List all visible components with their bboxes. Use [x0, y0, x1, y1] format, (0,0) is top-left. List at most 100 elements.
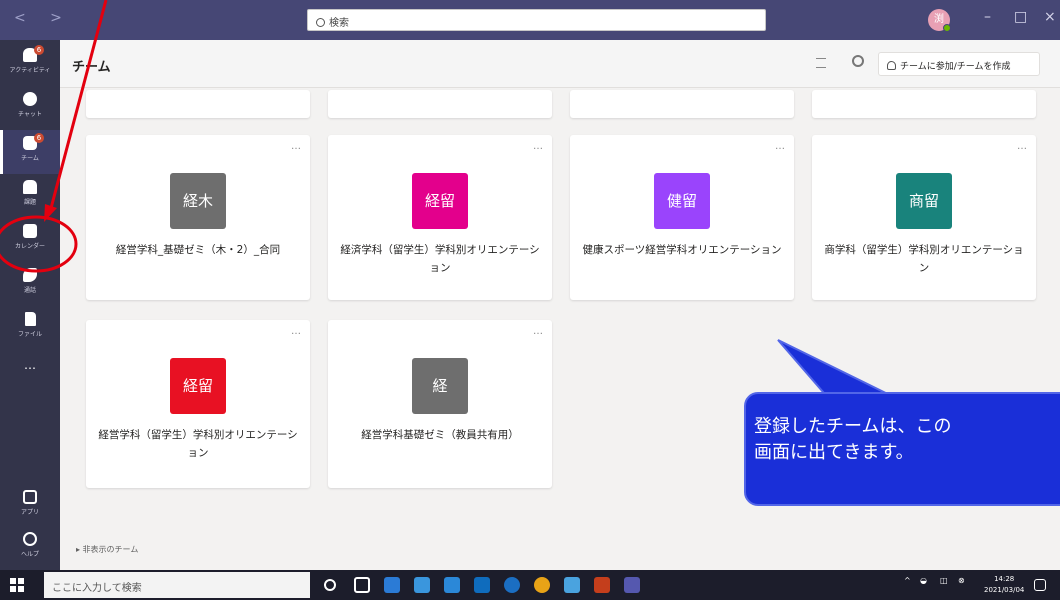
minimize-button[interactable]: –: [984, 9, 991, 25]
rail-item-teams[interactable]: 6 チーム: [0, 130, 60, 174]
taskbar-search-input[interactable]: ここに入力して検索: [44, 572, 310, 598]
team-card[interactable]: … 経 経営学科基礎ゼミ（教員共有用）: [328, 320, 552, 488]
join-button-label: チームに参加/チームを作成: [900, 62, 1011, 72]
maximize-button[interactable]: □: [1014, 9, 1027, 25]
store-icon[interactable]: [444, 577, 460, 593]
mail-icon[interactable]: [474, 577, 490, 593]
rail-item-apps[interactable]: アプリ: [0, 484, 60, 528]
avatar-initial: 渕: [934, 14, 944, 25]
tray-chevron-icon[interactable]: ^: [904, 576, 911, 585]
activity-badge: 6: [34, 45, 44, 55]
close-button[interactable]: ×: [1044, 9, 1056, 25]
team-card[interactable]: … 商留 商学科（留学生）学科別オリエンテーション: [812, 135, 1036, 300]
task-view-icon[interactable]: [354, 577, 370, 593]
avatar[interactable]: 渕: [928, 9, 951, 32]
presence-available-icon: [943, 24, 951, 32]
teams-badge: 6: [34, 133, 44, 143]
more-options-icon[interactable]: …: [533, 326, 544, 337]
calendar-icon: [23, 224, 37, 238]
team-card[interactable]: … 健留 健康スポーツ経営学科オリエンテーション: [570, 135, 794, 300]
rail-item-assignments[interactable]: 課題: [0, 174, 60, 218]
help-icon: [23, 532, 37, 546]
more-options-icon[interactable]: …: [775, 141, 786, 152]
ie-icon[interactable]: [504, 577, 520, 593]
team-avatar-tile: 経: [412, 358, 468, 414]
system-clock[interactable]: 14:28 2021/03/04: [984, 574, 1024, 596]
rail-item-label: カレンダー: [14, 243, 45, 250]
more-options-icon[interactable]: …: [533, 141, 544, 152]
callout-line-2: 画面に出てきます。: [754, 442, 914, 463]
team-card[interactable]: … 経留 経済学科（留学生）学科別オリエンテーション: [328, 135, 552, 300]
chrome-icon[interactable]: [534, 577, 550, 593]
teams-header: チーム チームに参加/チームを作成: [60, 40, 1060, 88]
callout-line-1: 登録したチームは、この: [754, 416, 952, 437]
assignments-icon: [23, 180, 37, 194]
gear-icon[interactable]: [852, 55, 864, 67]
rail-item-label: 課題: [23, 199, 36, 206]
app-rail: 6 アクティビティ チャット 6 チーム 課題 カレンダー 通話 ファイル … …: [0, 40, 60, 570]
search-input[interactable]: 検索: [307, 9, 766, 31]
file-icon: [24, 312, 36, 326]
powerpoint-icon[interactable]: [594, 577, 610, 593]
windows-start-icon[interactable]: [10, 578, 24, 592]
instruction-callout: 登録したチームは、この 画面に出てきます。: [744, 392, 1060, 506]
cortana-icon[interactable]: [324, 579, 336, 591]
team-card-partial[interactable]: [86, 90, 310, 118]
more-options-icon[interactable]: …: [1017, 141, 1028, 152]
network-icon[interactable]: ◒: [920, 576, 927, 585]
apps-icon: [23, 490, 37, 504]
rail-item-calls[interactable]: 通話: [0, 262, 60, 306]
rail-item-chat[interactable]: チャット: [0, 86, 60, 130]
team-avatar-tile: 経留: [170, 358, 226, 414]
search-icon: [316, 18, 325, 27]
rail-item-calendar[interactable]: カレンダー: [0, 218, 60, 262]
team-card-partial[interactable]: [328, 90, 552, 118]
calculator-icon[interactable]: [414, 577, 430, 593]
teams-taskbar-icon[interactable]: [624, 577, 640, 593]
clock-date: 2021/03/04: [984, 586, 1025, 594]
team-name: 経営学科_基礎ゼミ（木・2）_合同: [115, 244, 281, 256]
team-name: 健康スポーツ経営学科オリエンテーション: [582, 244, 782, 256]
team-name: 経済学科（留学生）学科別オリエンテーション: [340, 244, 540, 274]
team-name: 経営学科基礎ゼミ（教員共有用）: [361, 429, 519, 441]
rail-item-label: チーム: [21, 155, 39, 162]
more-apps-button[interactable]: …: [0, 358, 60, 372]
rail-item-label: アプリ: [20, 509, 39, 516]
back-forward-arrows[interactable]: < >: [14, 10, 72, 26]
taskbar-search-placeholder: ここに入力して検索: [52, 583, 142, 594]
edge-icon[interactable]: [384, 577, 400, 593]
team-avatar-tile: 経木: [170, 173, 226, 229]
more-options-icon[interactable]: …: [291, 141, 302, 152]
hidden-teams-toggle[interactable]: ▸ 非表示のチーム: [76, 544, 138, 555]
team-avatar-tile: 経留: [412, 173, 468, 229]
windows-taskbar: ここに入力して検索 ^ ◒ ◫ ⊗ 14:28 2021/03/04: [0, 570, 1060, 600]
filter-icon[interactable]: [816, 58, 826, 68]
search-placeholder: 検索: [329, 18, 349, 29]
join-or-create-team-button[interactable]: チームに参加/チームを作成: [878, 52, 1040, 76]
team-card[interactable]: … 経木 経営学科_基礎ゼミ（木・2）_合同: [86, 135, 310, 300]
team-card-partial[interactable]: [812, 90, 1036, 118]
rail-item-files[interactable]: ファイル: [0, 306, 60, 350]
title-bar: < > 検索 渕 – □ ×: [0, 0, 1060, 40]
team-name: 経営学科（留学生）学科別オリエンテーション: [98, 429, 298, 459]
phone-icon: [23, 268, 37, 282]
file-explorer-icon[interactable]: [564, 577, 580, 593]
rail-item-label: ファイル: [17, 331, 42, 338]
rail-item-help[interactable]: ヘルプ: [0, 526, 60, 570]
volume-icon[interactable]: ◫: [940, 576, 948, 585]
clock-time: 14:28: [994, 575, 1015, 583]
team-name: 商学科（留学生）学科別オリエンテーション: [824, 244, 1024, 274]
rail-item-label: チャット: [18, 111, 42, 118]
team-avatar-tile: 商留: [896, 173, 952, 229]
rail-item-activity[interactable]: 6 アクティビティ: [0, 42, 60, 86]
team-avatar-tile: 健留: [654, 173, 710, 229]
rail-item-label: 通話: [23, 287, 36, 294]
rail-item-label: ヘルプ: [20, 551, 39, 558]
team-card-partial[interactable]: [570, 90, 794, 118]
team-card[interactable]: … 経留 経営学科（留学生）学科別オリエンテーション: [86, 320, 310, 488]
ime-icon[interactable]: ⊗: [958, 576, 965, 585]
chat-icon: [23, 92, 37, 106]
rail-item-label: アクティビティ: [9, 67, 51, 74]
more-options-icon[interactable]: …: [291, 326, 302, 337]
notification-icon[interactable]: [1034, 579, 1046, 591]
